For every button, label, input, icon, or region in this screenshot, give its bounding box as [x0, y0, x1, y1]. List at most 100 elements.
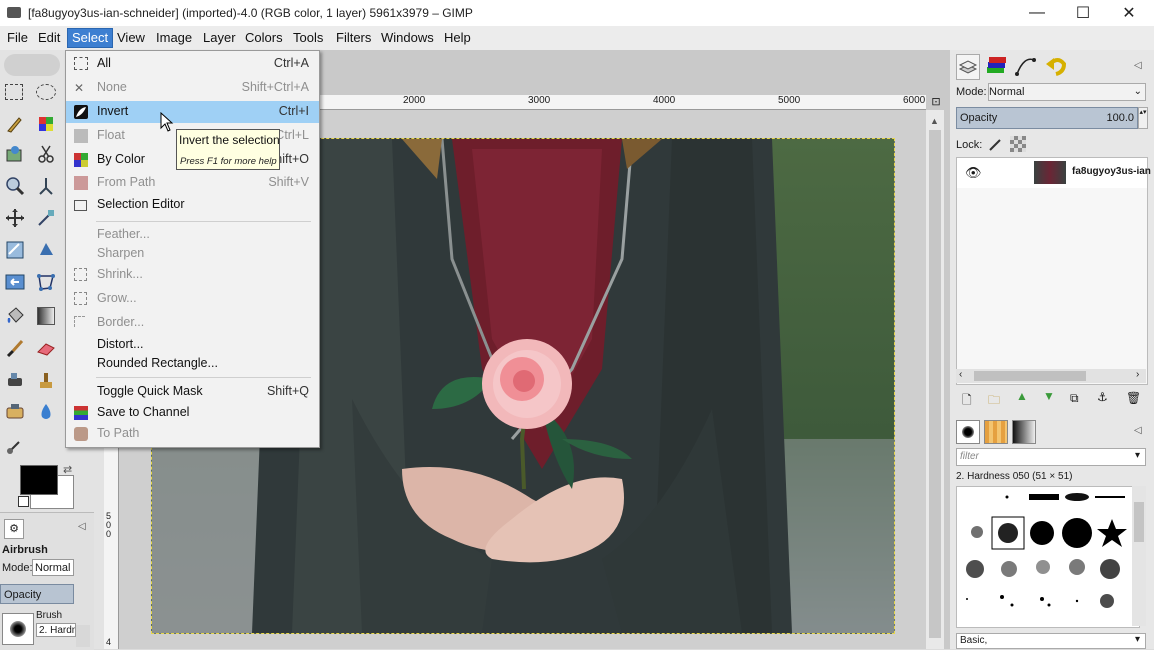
menu-windows[interactable]: Windows: [377, 29, 438, 47]
menu-item-sharpen[interactable]: Sharpen: [66, 243, 319, 265]
tool-options-tab-icon[interactable]: ⚙: [4, 519, 24, 539]
brush-filter-input[interactable]: filter ▾: [956, 448, 1146, 466]
smudge-tool-icon[interactable]: [5, 436, 25, 456]
lock-pixels-icon[interactable]: [988, 136, 1004, 152]
clone-tool-icon[interactable]: [36, 370, 56, 390]
scroll-up-icon[interactable]: ▲: [930, 116, 939, 126]
layer-mode-dropdown[interactable]: Normal ⌄: [988, 83, 1146, 101]
foreground-color-swatch[interactable]: [20, 465, 58, 495]
close-button[interactable]: ✕: [1106, 0, 1152, 26]
menu-image[interactable]: Image: [152, 29, 196, 47]
menu-select[interactable]: Select: [67, 28, 114, 48]
maximize-button[interactable]: ☐: [1060, 0, 1106, 26]
flip-tool-icon[interactable]: [5, 272, 25, 292]
menu-file[interactable]: File: [3, 29, 32, 47]
menu-item-label: Grow...: [97, 291, 137, 305]
channels-tab-icon[interactable]: [984, 54, 1008, 78]
layer-name[interactable]: fa8ugyoy3us-ian: [1072, 166, 1151, 177]
default-colors-icon[interactable]: [18, 496, 29, 507]
ellipse-select-tool-icon[interactable]: [36, 84, 56, 100]
scrollbar-thumb[interactable]: [974, 371, 1086, 381]
scroll-left-icon[interactable]: ‹: [959, 369, 962, 380]
paintbrush-tool-icon[interactable]: [5, 338, 25, 358]
visibility-eye-icon[interactable]: 👁: [965, 165, 982, 181]
layer-opacity-slider[interactable]: Opacity 100.0: [956, 107, 1138, 129]
brush-preset-dropdown[interactable]: Basic, ▾: [956, 633, 1146, 649]
dock-menu-icon[interactable]: ◁: [1134, 60, 1142, 71]
layers-tab-icon[interactable]: [956, 54, 980, 80]
scrollbar-thumb[interactable]: [929, 130, 941, 638]
menu-item-to-path[interactable]: To Path: [66, 423, 319, 445]
menu-item-shrink[interactable]: Shrink...: [66, 264, 319, 286]
align-tool-icon[interactable]: [36, 208, 56, 228]
patterns-tab-icon[interactable]: [984, 420, 1008, 444]
opacity-slider[interactable]: Opacity: [0, 584, 74, 604]
menu-item-save-to-channel[interactable]: Save to Channel: [66, 402, 319, 424]
paths-tab-icon[interactable]: [1014, 54, 1038, 78]
options-scrollbar[interactable]: [76, 625, 90, 647]
menu-layer[interactable]: Layer: [199, 29, 240, 47]
menu-item-toggle-quick-mask[interactable]: Toggle Quick Mask Shift+Q: [66, 381, 319, 403]
bucket-fill-tool-icon[interactable]: [5, 306, 25, 326]
lock-alpha-icon[interactable]: [1010, 136, 1026, 152]
zoom-navigate-icon[interactable]: ⊡: [929, 95, 943, 109]
free-select-tool-icon[interactable]: [5, 114, 25, 134]
duplicate-layer-icon[interactable]: ⧉: [1070, 391, 1079, 406]
swap-colors-icon[interactable]: ⇄: [63, 463, 72, 476]
menu-item-label: From Path: [97, 175, 156, 189]
menu-item-rounded-rectangle[interactable]: Rounded Rectangle...: [66, 353, 319, 375]
scrollbar-thumb[interactable]: [1134, 502, 1144, 542]
brushes-tab-icon[interactable]: [956, 420, 980, 444]
mode-dropdown[interactable]: Normal: [32, 559, 74, 576]
menu-edit[interactable]: Edit: [34, 29, 64, 47]
measure-tool-icon[interactable]: [36, 176, 56, 196]
heal-tool-icon[interactable]: [5, 402, 25, 422]
menu-item-all[interactable]: All Ctrl+A: [66, 53, 319, 75]
menu-tools[interactable]: Tools: [289, 29, 327, 47]
scroll-right-icon[interactable]: ›: [1136, 369, 1139, 380]
select-by-color-tool-icon[interactable]: [5, 144, 25, 164]
gradients-tab-icon[interactable]: [1012, 420, 1036, 444]
panel-menu-icon[interactable]: ◁: [78, 521, 86, 532]
menu-item-selection-editor[interactable]: Selection Editor: [66, 194, 319, 216]
rotate-tool-icon[interactable]: [36, 240, 56, 260]
layers-horizontal-scrollbar[interactable]: ‹ ›: [956, 369, 1146, 383]
blur-tool-icon[interactable]: [36, 402, 56, 422]
brush-name-field[interactable]: 2. Hardn: [36, 623, 76, 637]
scissors-select-tool-icon[interactable]: [36, 144, 56, 164]
opacity-spin-button[interactable]: ▴▾: [1138, 107, 1148, 129]
new-layer-icon[interactable]: 🗋: [962, 391, 972, 412]
menu-colors[interactable]: Colors: [241, 29, 287, 47]
fuzzy-select-tool-icon[interactable]: [36, 114, 56, 134]
zoom-tool-icon[interactable]: [5, 176, 25, 196]
menu-item-invert[interactable]: Invert Ctrl+I: [66, 101, 319, 123]
menu-item-none[interactable]: ✕ None Shift+Ctrl+A: [66, 77, 319, 99]
brush-grid-scrollbar[interactable]: [1132, 486, 1146, 626]
menu-item-border[interactable]: Border...: [66, 312, 319, 334]
anchor-layer-icon[interactable]: ⚓: [1097, 390, 1108, 404]
ruler-label: 4000: [653, 95, 676, 106]
brushes-menu-icon[interactable]: ◁: [1134, 425, 1142, 436]
undo-history-tab-icon[interactable]: [1044, 54, 1068, 78]
rect-select-tool-icon[interactable]: [5, 84, 23, 100]
menu-help[interactable]: Help: [440, 29, 475, 47]
airbrush-tool-icon[interactable]: [5, 370, 25, 390]
raise-layer-icon[interactable]: ▲: [1016, 389, 1028, 403]
canvas-vertical-scrollbar[interactable]: ▲: [926, 110, 944, 649]
lower-layer-icon[interactable]: ▼: [1043, 389, 1055, 403]
crop-tool-icon[interactable]: [5, 240, 25, 260]
minimize-button[interactable]: —: [1014, 0, 1060, 26]
blend-tool-icon[interactable]: [36, 306, 56, 326]
menu-view[interactable]: View: [113, 29, 149, 47]
delete-layer-icon[interactable]: 🗑: [1126, 391, 1141, 405]
menu-filters[interactable]: Filters: [332, 29, 375, 47]
menu-item-from-path[interactable]: From Path Shift+V: [66, 172, 319, 194]
cage-transform-tool-icon[interactable]: [36, 272, 56, 292]
eraser-tool-icon[interactable]: [36, 338, 56, 358]
brush-preview[interactable]: [2, 613, 34, 645]
layer-row[interactable]: 👁 fa8ugyoy3us-ian: [957, 158, 1151, 188]
new-layer-group-icon[interactable]: 🗀: [988, 391, 1000, 412]
menu-item-grow[interactable]: Grow...: [66, 288, 319, 310]
move-tool-icon[interactable]: [5, 208, 25, 228]
opacity-label: Opacity: [960, 112, 998, 124]
